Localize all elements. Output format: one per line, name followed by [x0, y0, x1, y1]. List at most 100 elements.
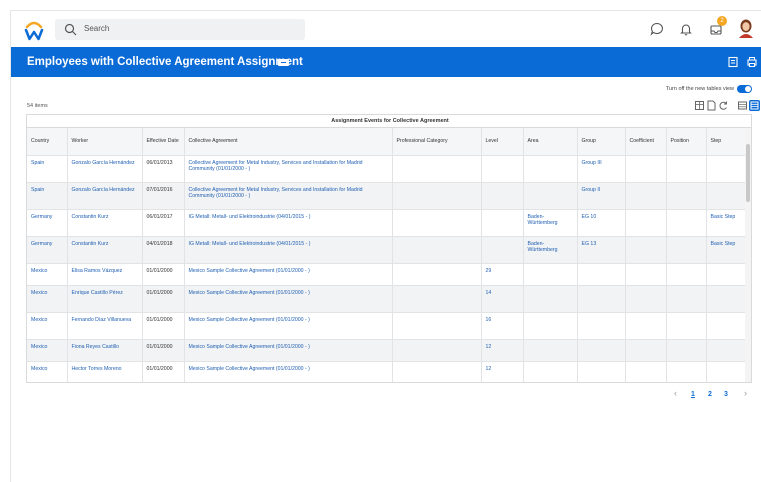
table-cell[interactable]: IG Metall: Metall- und Elektroindustrie … — [184, 209, 393, 237]
table-cell — [392, 285, 482, 313]
table-row[interactable]: Spain Gonzalo García Hernández 07/01/2016 C… — [27, 182, 746, 210]
table-row[interactable]: Spain Gonzalo García Hernández 06/01/2013 C… — [27, 155, 746, 183]
previous-page-icon[interactable]: ‹ — [674, 388, 677, 398]
table-cell[interactable]: IG Metall: Metall- und Elektroindustrie … — [184, 236, 393, 264]
table-group-header: Assignment Events for Collective Agreeme… — [27, 115, 751, 128]
table-cell: 06/01/2017 — [142, 209, 185, 237]
table-view-icon[interactable] — [749, 100, 760, 111]
page-link-3[interactable]: 3 — [724, 391, 728, 398]
export-icon[interactable] — [727, 56, 739, 68]
page-link-2[interactable]: 2 — [708, 391, 712, 398]
table-cell — [625, 209, 667, 237]
table-cell[interactable]: Mexico Sample Collective Agreement (01/0… — [184, 339, 393, 362]
table-cell[interactable]: Germany — [27, 209, 68, 237]
table-cell[interactable]: Mexico — [27, 285, 68, 313]
table-cell[interactable]: Constantin Kurz — [67, 209, 143, 237]
table-cell[interactable]: Fernando Díaz Villanueva — [67, 312, 143, 340]
search-bar[interactable]: Search — [55, 19, 305, 40]
table-cell[interactable]: Germany — [27, 236, 68, 264]
table-cell — [666, 312, 707, 340]
table-row[interactable]: Germany Constantin Kurz 06/01/2017 IG Metal… — [27, 209, 746, 237]
column-header[interactable]: Area — [523, 128, 578, 156]
inbox-badge: 2 — [717, 16, 727, 26]
table-cell — [666, 361, 707, 382]
workday-logo[interactable] — [24, 19, 44, 41]
table-cell — [666, 209, 707, 237]
table-cell[interactable]: Mexico — [27, 312, 68, 340]
pdf-export-icon[interactable] — [706, 100, 717, 111]
column-header[interactable]: Group — [577, 128, 626, 156]
table-cell[interactable]: Spain — [27, 155, 68, 183]
column-header[interactable]: Professional Category — [392, 128, 482, 156]
new-tables-view-toggle[interactable] — [737, 85, 752, 93]
table-cell[interactable]: Mexico Sample Collective Agreement (01/0… — [184, 285, 393, 313]
table-cell[interactable]: Gonzalo García Hernández — [67, 182, 143, 210]
table-cell[interactable]: Enrique Castillo Pérez — [67, 285, 143, 313]
table-cell[interactable]: Group III — [577, 155, 626, 183]
table-cell — [625, 361, 667, 382]
grid-view-icon[interactable] — [737, 100, 748, 111]
chat-icon[interactable] — [649, 21, 665, 37]
column-header[interactable]: Country — [27, 128, 68, 156]
table-cell: 12 — [481, 361, 524, 382]
table-cell[interactable]: Gonzalo García Hernández — [67, 155, 143, 183]
table-cell[interactable]: EG 13 — [577, 236, 626, 264]
related-actions-icon[interactable] — [278, 59, 289, 66]
table-cell: 14 — [481, 285, 524, 313]
table-cell[interactable]: Baden-Württemberg — [523, 236, 578, 264]
table-cell — [625, 263, 667, 286]
table-row[interactable]: Mexico Elisa Ramos Vázquez 01/01/2000 Mexic… — [27, 263, 746, 286]
table-cell[interactable]: Baden-Württemberg — [523, 209, 578, 237]
table-cell: 01/01/2000 — [142, 263, 185, 286]
bell-icon[interactable] — [678, 21, 694, 37]
table-row[interactable]: Mexico Fiona Reyes Castillo 01/01/2000 Mexi… — [27, 339, 746, 362]
top-bar: Search 2 — [11, 11, 761, 47]
table-cell — [625, 182, 667, 210]
table-cell: 01/01/2000 — [142, 339, 185, 362]
table-cell[interactable]: Mexico Sample Collective Agreement (01/0… — [184, 361, 393, 382]
avatar[interactable] — [737, 18, 755, 38]
page-link-1[interactable]: 1 — [691, 391, 695, 398]
table-row[interactable]: Mexico Fernando Díaz Villanueva 01/01/2000… — [27, 312, 746, 340]
table-cell[interactable]: Collective Agreement for Metal Industry,… — [184, 182, 393, 210]
page-header: Employees with Collective Agreement Assi… — [11, 47, 761, 77]
table-cell[interactable]: Mexico — [27, 263, 68, 286]
page-title: Employees with Collective Agreement Assi… — [27, 56, 303, 68]
column-header[interactable]: Worker — [67, 128, 143, 156]
table-cell[interactable]: Fiona Reyes Castillo — [67, 339, 143, 362]
table-cell[interactable]: Collective Agreement for Metal Industry,… — [184, 155, 393, 183]
table-cell — [706, 339, 746, 362]
column-header[interactable]: Step — [706, 128, 746, 156]
table-cell[interactable]: Hector Torres Moreno — [67, 361, 143, 382]
table-cell — [666, 285, 707, 313]
column-header[interactable]: Collective Agreement — [184, 128, 393, 156]
table-row[interactable]: Mexico Hector Torres Moreno 01/01/2000 Mexi… — [27, 361, 746, 382]
column-header[interactable]: Effective Date — [142, 128, 185, 156]
table-cell[interactable]: Mexico — [27, 339, 68, 362]
table-row[interactable]: Germany Constantin Kurz 04/01/2018 IG Metal… — [27, 236, 746, 264]
table-cell[interactable]: Basic Step — [706, 209, 746, 237]
refresh-icon[interactable] — [718, 100, 729, 111]
table-row[interactable]: Mexico Enrique Castillo Pérez 01/01/2000 Me… — [27, 285, 746, 313]
table-cell[interactable]: Spain — [27, 182, 68, 210]
vertical-scrollbar[interactable] — [745, 128, 751, 382]
scrollbar-thumb[interactable] — [746, 144, 750, 202]
column-header[interactable]: Coefficient — [625, 128, 667, 156]
table-cell[interactable]: Mexico Sample Collective Agreement (01/0… — [184, 312, 393, 340]
excel-export-icon[interactable] — [694, 100, 705, 111]
table-cell — [392, 361, 482, 382]
table-cell — [481, 182, 524, 210]
table-cell[interactable]: Constantin Kurz — [67, 236, 143, 264]
table-cell[interactable]: Mexico Sample Collective Agreement (01/0… — [184, 263, 393, 286]
table-cell[interactable]: Elisa Ramos Vázquez — [67, 263, 143, 286]
column-header[interactable]: Level — [481, 128, 524, 156]
table-cell[interactable]: Mexico — [27, 361, 68, 382]
print-icon[interactable] — [746, 56, 758, 68]
next-page-icon[interactable]: › — [744, 388, 747, 398]
column-header[interactable]: Position — [666, 128, 707, 156]
table-cell[interactable]: EG 10 — [577, 209, 626, 237]
table-cell[interactable]: Group II — [577, 182, 626, 210]
table-cell[interactable]: Basic Step — [706, 236, 746, 264]
table-cell — [666, 155, 707, 183]
table-cell — [625, 312, 667, 340]
